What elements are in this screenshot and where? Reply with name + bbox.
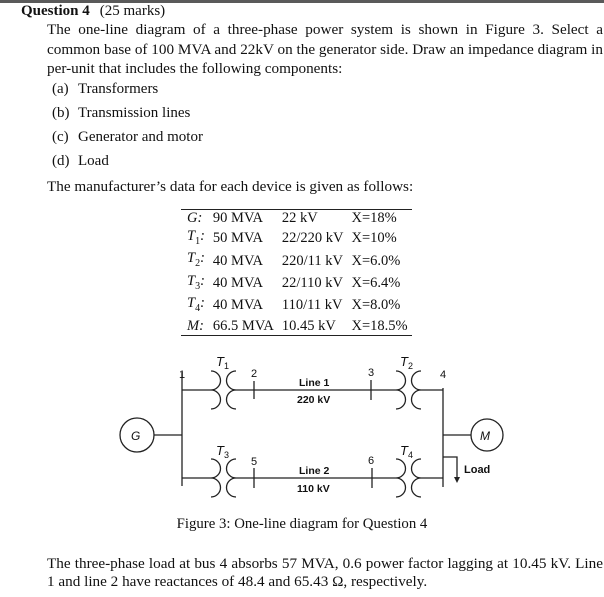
device-voltage: 22/110 kV bbox=[281, 275, 343, 291]
device-row: T4: 40 MVA 110/11 kV X=8.0% bbox=[181, 295, 412, 317]
device-voltage: 10.45 kV bbox=[281, 317, 336, 334]
load-label: Load bbox=[464, 464, 490, 476]
device-reactance: X=10% bbox=[351, 230, 397, 247]
closing-paragraph: The three-phase load at bus 4 absorbs 57… bbox=[47, 555, 603, 590]
one-line-diagram: G M Load 1 2 3 4 5 6 T1 T2 T3 T4 Line 1 … bbox=[119, 354, 504, 498]
device-reactance: X=18.5% bbox=[351, 317, 408, 334]
generator-label: G bbox=[131, 429, 140, 443]
bus-label-6: 6 bbox=[368, 455, 374, 467]
device-reactance: X=8.0% bbox=[351, 297, 401, 314]
data-intro: The manufacturer’s data for each device … bbox=[47, 178, 414, 195]
figure-caption: Figure 3: One-line diagram for Question … bbox=[176, 516, 428, 532]
device-name: T1: bbox=[187, 227, 205, 247]
device-name: T3: bbox=[187, 272, 205, 292]
component-item: (a) Transformers bbox=[52, 81, 159, 97]
device-rating: 50 MVA bbox=[212, 230, 264, 247]
device-row: M: 66.5 MVA 10.45 kV X=18.5% bbox=[181, 318, 412, 336]
bus-label-1: 1 bbox=[179, 369, 185, 381]
device-row: T2: 40 MVA 220/11 kV X=6.0% bbox=[181, 250, 412, 272]
device-name: M: bbox=[187, 317, 204, 334]
device-voltage: 110/11 kV bbox=[281, 297, 343, 314]
device-reactance: X=6.4% bbox=[351, 275, 401, 291]
device-data-table: G: 90 MVA 22 kV X=18% T1: 50 MVA 22/220 kV X=10… bbox=[181, 209, 412, 337]
transformer-label-t2: T2 bbox=[400, 354, 413, 371]
device-voltage: 22/220 kV bbox=[281, 230, 344, 247]
transformer-label-t4: T4 bbox=[400, 443, 413, 460]
load-arrow-icon bbox=[454, 477, 460, 483]
device-reactance: X=18% bbox=[351, 210, 397, 226]
transformer-label-t3: T3 bbox=[216, 443, 229, 460]
device-reactance: X=6.0% bbox=[351, 252, 401, 269]
transformer-t2-symbol bbox=[395, 370, 422, 410]
bus-label-3: 3 bbox=[368, 367, 374, 379]
device-rating: 66.5 MVA bbox=[212, 317, 274, 334]
bus-label-5: 5 bbox=[251, 456, 257, 468]
component-item: (c) Generator and motor bbox=[52, 129, 203, 145]
component-item: (d) Load bbox=[52, 153, 109, 169]
line-1-name: Line 1 bbox=[299, 377, 330, 389]
device-row: T3: 40 MVA 22/110 kV X=6.4% bbox=[181, 273, 412, 295]
transformer-t1-symbol bbox=[210, 370, 237, 410]
device-name: G: bbox=[187, 210, 203, 226]
line-1-voltage: 220 kV bbox=[297, 394, 330, 406]
question-intro: The one-line diagram of a three-phase po… bbox=[47, 21, 603, 77]
device-name: T4: bbox=[187, 295, 205, 314]
bus-label-4: 4 bbox=[440, 369, 446, 381]
line-2-name: Line 2 bbox=[299, 465, 330, 477]
transformer-t4-symbol bbox=[395, 458, 422, 498]
device-rating: 40 MVA bbox=[212, 275, 264, 291]
component-item: (b) Transmission lines bbox=[52, 105, 191, 121]
line-2-voltage: 110 kV bbox=[297, 483, 330, 495]
device-row: G: 90 MVA 22 kV X=18% bbox=[181, 210, 412, 228]
device-rating: 90 MVA bbox=[212, 210, 264, 226]
device-row: T1: 50 MVA 22/220 kV X=10% bbox=[181, 228, 412, 250]
motor-label: M bbox=[480, 429, 490, 443]
question-heading: Question 4 (25 marks) bbox=[21, 3, 165, 20]
device-voltage: 22 kV bbox=[281, 210, 318, 226]
load-connection bbox=[443, 456, 458, 478]
transformer-label-t1: T1 bbox=[216, 354, 229, 371]
bus-label-2: 2 bbox=[251, 368, 257, 380]
question-number: Question 4 bbox=[21, 3, 90, 19]
question-marks: (25 marks) bbox=[99, 3, 166, 19]
device-name: T2: bbox=[187, 250, 205, 269]
device-rating: 40 MVA bbox=[212, 297, 264, 314]
transformer-t3-symbol bbox=[210, 458, 237, 498]
device-voltage: 220/11 kV bbox=[281, 252, 343, 269]
device-rating: 40 MVA bbox=[212, 252, 264, 269]
